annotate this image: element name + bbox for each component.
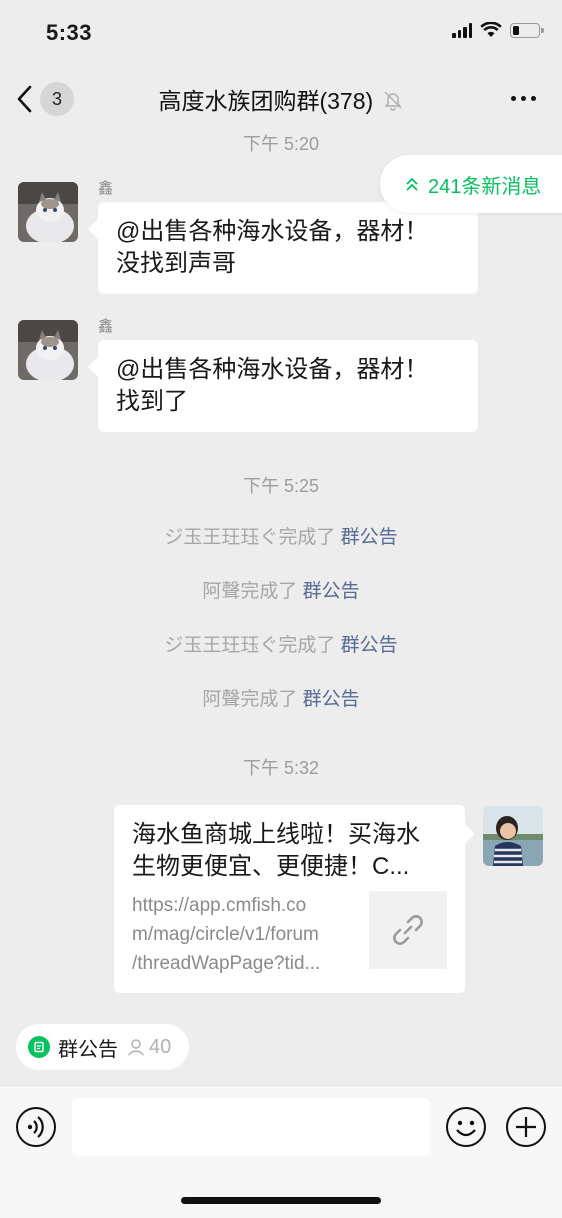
chat-title-area: 高度水族团购群(378)	[110, 82, 452, 116]
nav-bar: 3 高度水族团购群(378)	[0, 68, 562, 130]
group-notice-link[interactable]: 群公告	[341, 527, 398, 548]
notice-icon	[28, 1036, 50, 1058]
link-title: 海水鱼商城上线啦！买海水 生物更便宜、更便捷！C...	[132, 819, 450, 883]
link-url: https://app.cmfish.co m/mag/circle/v1/fo…	[132, 891, 354, 978]
new-messages-button[interactable]: 241条新消息	[380, 155, 562, 213]
message-line: @出售各种海水设备，器材！	[116, 356, 429, 383]
avatar[interactable]	[18, 320, 78, 380]
back-button[interactable]: 3	[14, 78, 74, 120]
link-thumbnail	[369, 891, 447, 969]
system-message-text: ジ玉王玨珏ぐ完成了	[164, 635, 336, 656]
system-message: 阿聲完成了 群公告	[0, 684, 562, 711]
message-line: @出售各种海水设备，器材！	[116, 218, 429, 245]
status-bar: 5:33	[0, 0, 562, 68]
new-messages-label: 241条新消息	[428, 175, 542, 198]
person-icon	[127, 1039, 145, 1056]
home-indicator	[181, 1197, 381, 1204]
group-notice-link[interactable]: 群公告	[303, 581, 360, 602]
wifi-icon	[480, 22, 502, 37]
more-functions-button[interactable]	[505, 1106, 547, 1148]
message-bubble[interactable]: @出售各种海水设备，器材！ 没找到声哥	[98, 202, 478, 294]
sender-name: 鑫	[98, 180, 114, 197]
status-time: 5:33	[46, 20, 93, 45]
system-message: 阿聲完成了 群公告	[0, 576, 562, 603]
sender-name: 鑫	[98, 318, 114, 335]
system-message: ジ玉王玨珏ぐ完成了 群公告	[0, 522, 562, 549]
message-bubble[interactable]: @出售各种海水设备，器材！ 找到了	[98, 340, 478, 432]
message-line: 没找到声哥	[116, 250, 236, 277]
link-url-line: /threadWapPage?tid...	[132, 953, 321, 974]
more-options-button[interactable]	[511, 96, 536, 101]
link-title-line: 生物更便宜、更便捷！C...	[132, 853, 410, 880]
chat-title: 高度水族团购群(378)	[158, 88, 374, 114]
link-card-message[interactable]: 海水鱼商城上线啦！买海水 生物更便宜、更便捷！C... https://app.…	[114, 805, 465, 993]
status-icons	[452, 22, 544, 38]
chain-link-icon	[393, 915, 423, 945]
system-message-text: 阿聲完成了	[202, 689, 298, 710]
group-notice-chip[interactable]: 群公告 40	[16, 1024, 190, 1070]
link-url-line: m/mag/circle/v1/forum	[132, 924, 319, 945]
timestamp: 下午 5:20	[242, 134, 320, 154]
chevron-left-icon	[17, 85, 32, 113]
group-notice-link[interactable]: 群公告	[341, 635, 398, 656]
double-chevron-up-icon	[406, 177, 418, 191]
mute-bell-icon	[384, 91, 402, 111]
link-url-line: https://app.cmfish.co	[132, 895, 307, 916]
timestamp: 下午 5:25	[242, 476, 320, 496]
notice-count-value: 40	[149, 1035, 172, 1058]
timestamp: 下午 5:32	[242, 758, 320, 778]
notice-label: 群公告	[58, 1038, 118, 1061]
system-message: ジ玉王玨珏ぐ完成了 群公告	[0, 630, 562, 657]
voice-icon	[16, 1107, 56, 1147]
avatar[interactable]	[18, 182, 78, 242]
plus-icon	[506, 1107, 546, 1147]
system-message-text: 阿聲完成了	[202, 581, 298, 602]
notice-read-count: 40	[126, 1036, 171, 1059]
cellular-signal-icon	[452, 22, 472, 38]
voice-button[interactable]	[15, 1106, 57, 1148]
system-message-text: ジ玉王玨珏ぐ完成了	[164, 527, 336, 548]
message-line: 找到了	[116, 388, 188, 415]
emoji-button[interactable]	[445, 1106, 487, 1148]
smiley-icon	[446, 1107, 486, 1147]
message-input[interactable]	[72, 1098, 430, 1156]
child-avatar-image	[483, 806, 543, 866]
cat-avatar-image	[18, 182, 78, 242]
link-title-line: 海水鱼商城上线啦！买海水	[132, 821, 420, 848]
unread-count-badge: 3	[40, 82, 74, 116]
group-notice-link[interactable]: 群公告	[303, 689, 360, 710]
cat-avatar-image	[18, 320, 78, 380]
battery-icon	[510, 22, 544, 38]
my-avatar[interactable]	[483, 806, 543, 866]
